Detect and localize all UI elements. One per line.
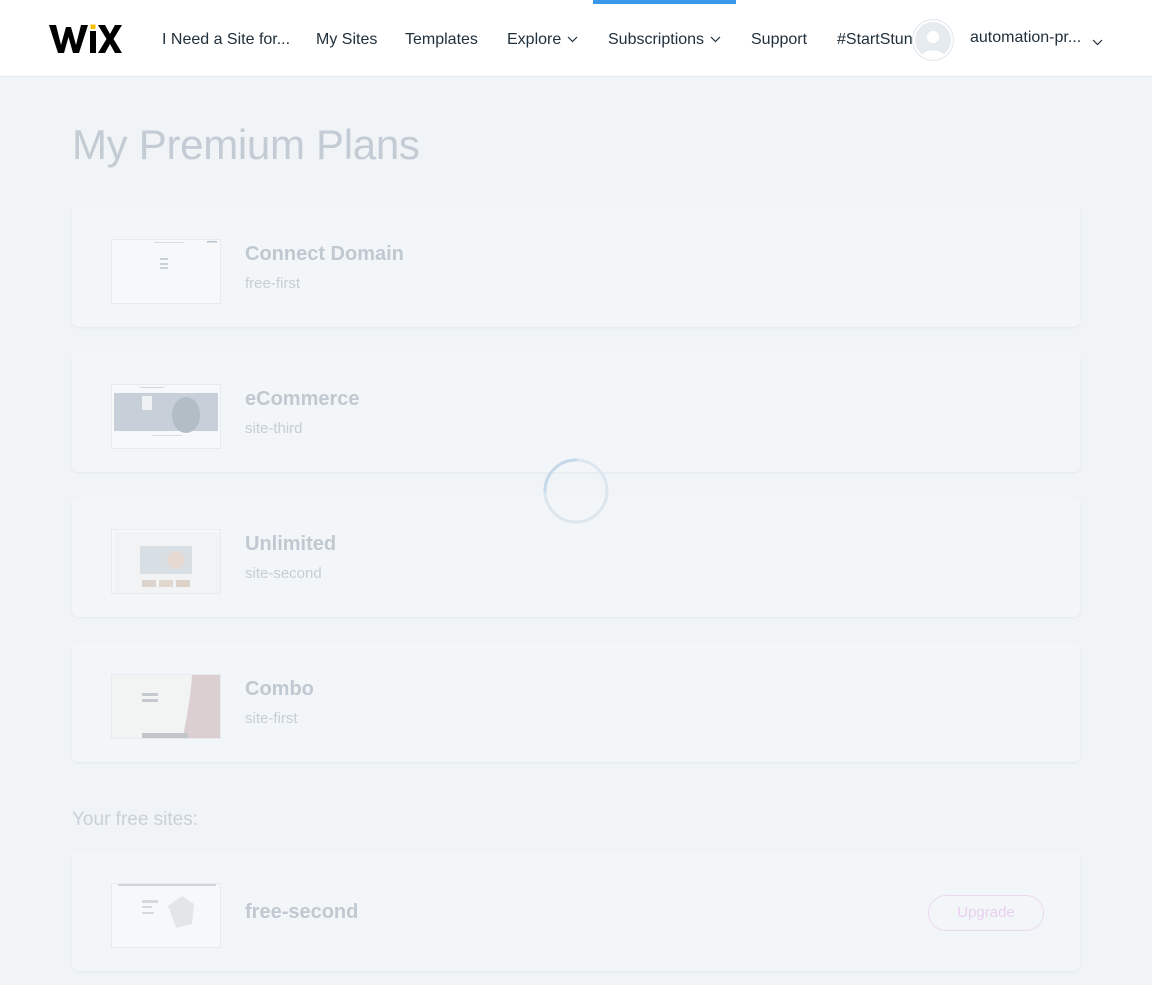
wix-logo[interactable] [48, 22, 124, 56]
chevron-down-icon [567, 29, 578, 49]
nav-subscriptions-label: Subscriptions [608, 31, 705, 48]
top-header: I Need a Site for... My Sites Templates … [0, 0, 1152, 77]
site-thumbnail [111, 529, 221, 594]
page-title: My Premium Plans [72, 121, 420, 168]
user-silhouette-icon [921, 31, 945, 58]
plan-name: Connect Domain [245, 243, 404, 265]
nav-explore[interactable]: Explore [507, 30, 578, 50]
site-thumbnail [111, 384, 221, 449]
plan-name: Unlimited [245, 533, 337, 555]
site-name: free-first [245, 275, 301, 292]
plan-name: eCommerce [245, 388, 360, 410]
upgrade-button[interactable]: Upgrade [928, 895, 1044, 931]
site-thumbnail [111, 674, 221, 739]
chevron-down-icon [710, 29, 721, 49]
loading-spinner-icon [542, 457, 610, 525]
site-thumbnail [111, 883, 221, 948]
site-name: free-second [245, 901, 359, 923]
nav-my-sites[interactable]: My Sites [316, 30, 377, 50]
nav-support[interactable]: Support [751, 30, 807, 50]
premium-site-card[interactable]: Connect Domain free-first [72, 207, 1080, 327]
nav-subscriptions[interactable]: Subscriptions [608, 30, 721, 50]
active-tab-indicator [593, 0, 736, 4]
chevron-down-icon[interactable] [1092, 33, 1103, 51]
user-avatar[interactable] [913, 20, 953, 60]
premium-site-card[interactable]: eCommerce site-third [72, 352, 1080, 472]
site-name: site-second [245, 565, 322, 582]
user-menu-name[interactable]: automation-pr... [970, 29, 1084, 47]
wix-logo-icon [49, 24, 122, 53]
nav-templates[interactable]: Templates [405, 30, 478, 50]
plan-name: Combo [245, 678, 314, 700]
site-thumbnail [111, 239, 221, 304]
free-site-card[interactable]: free-second Upgrade [72, 851, 1080, 971]
free-sites-heading: Your free sites: [72, 809, 199, 830]
nav-explore-label: Explore [507, 31, 562, 48]
site-name: site-first [245, 710, 298, 727]
nav-need-site[interactable]: I Need a Site for... [162, 30, 290, 50]
premium-site-card[interactable]: Combo site-first [72, 642, 1080, 762]
site-name: site-third [245, 420, 303, 437]
main-content: My Premium Plans Connect Domain free-fir… [0, 77, 1152, 985]
